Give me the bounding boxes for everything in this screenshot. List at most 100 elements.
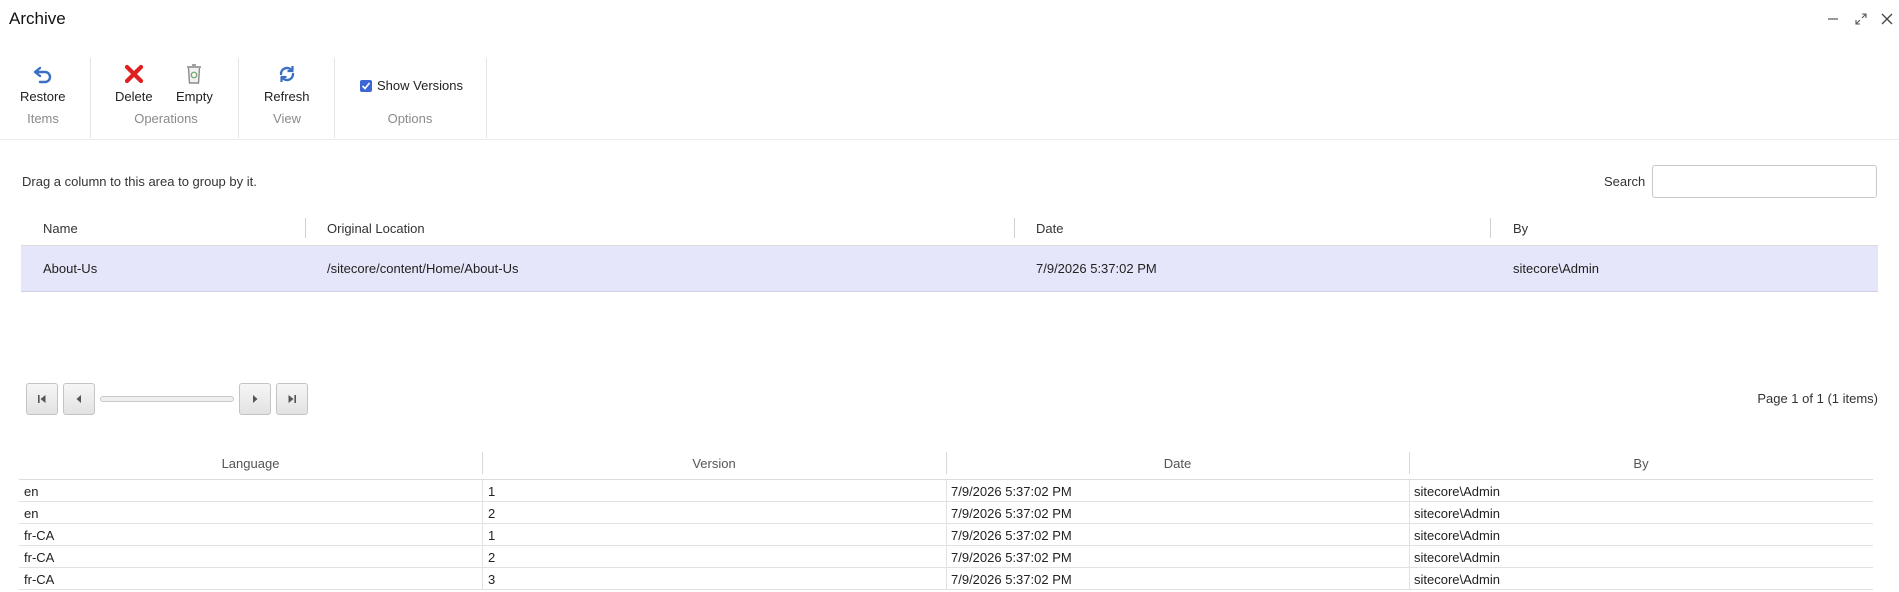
search-label: Search [1604,174,1646,189]
cell-original-location: /sitecore/content/Home/About-Us [327,261,519,276]
column-header-date[interactable]: Date [1036,221,1063,236]
cell-divider [1409,524,1410,546]
next-page-button[interactable] [239,383,271,415]
show-versions-checkbox[interactable] [360,79,372,92]
view-group: Refresh View [252,58,322,138]
cell-divider [482,502,483,524]
refresh-icon [275,62,299,86]
column-header-version-date[interactable]: Date [946,456,1409,471]
column-header-language[interactable]: Language [19,456,482,471]
expand-icon[interactable] [1850,8,1872,30]
list-item[interactable]: en 1 7/9/2026 5:37:02 PM sitecore\Admin [19,480,1873,502]
empty-button[interactable]: Empty [176,62,213,104]
close-icon[interactable] [1876,8,1898,30]
window-title: Archive [9,9,66,28]
view-group-label: View [273,111,301,126]
next-page-icon [253,395,258,403]
show-versions-toggle[interactable]: Show Versions [360,78,463,93]
group-divider [238,58,239,138]
list-item[interactable]: en 2 7/9/2026 5:37:02 PM sitecore\Admin [19,502,1873,524]
column-divider[interactable] [1014,218,1015,238]
title-bar: Archive [0,0,1899,40]
cell-version-by: sitecore\Admin [1414,528,1500,543]
cell-language: en [24,484,39,499]
cell-language: fr-CA [24,528,55,543]
cell-version-by: sitecore\Admin [1414,484,1500,499]
cell-version: 1 [488,484,496,499]
versions-grid-header: Language Version Date By [19,448,1873,480]
recycle-bin-icon [182,62,206,86]
column-header-by[interactable]: By [1513,221,1528,236]
list-item[interactable]: fr-CA 2 7/9/2026 5:37:02 PM sitecore\Adm… [19,546,1873,568]
column-header-version[interactable]: Version [482,456,946,471]
restore-label: Restore [20,89,66,104]
refresh-label: Refresh [264,89,310,104]
cell-language: fr-CA [24,550,55,565]
archive-grid: Name Original Location Date By About-Us … [21,212,1878,292]
cell-divider [946,480,947,502]
cell-version: 2 [488,506,496,521]
column-divider[interactable] [305,218,306,238]
table-row[interactable]: About-Us /sitecore/content/Home/About-Us… [21,246,1878,292]
cell-version-date: 7/9/2026 5:37:02 PM [951,550,1072,565]
operations-group-label: Operations [134,111,198,126]
column-header-name[interactable]: Name [43,221,78,236]
group-divider [90,58,91,138]
list-item[interactable]: fr-CA 3 7/9/2026 5:37:02 PM sitecore\Adm… [19,568,1873,590]
cell-divider [946,568,947,590]
delete-label: Delete [115,89,153,104]
cell-date: 7/9/2026 5:37:02 PM [1036,261,1157,276]
show-versions-label: Show Versions [377,78,463,93]
column-divider[interactable] [1490,218,1491,238]
cell-version-by: sitecore\Admin [1414,572,1500,587]
cell-divider [946,546,947,568]
cell-version-date: 7/9/2026 5:37:02 PM [951,528,1072,543]
cell-divider [482,480,483,502]
ribbon-toolbar: Restore Items Delete Empty Operations Re… [0,44,1899,140]
first-page-button[interactable] [26,383,58,415]
cell-divider [946,502,947,524]
last-page-button[interactable] [276,383,308,415]
cell-divider [1409,480,1410,502]
archive-grid-header: Name Original Location Date By [21,212,1878,246]
refresh-button[interactable]: Refresh [264,62,310,104]
search-input[interactable] [1652,165,1877,198]
options-group: Show Versions Options [334,58,486,138]
items-group-label: Items [27,111,59,126]
cell-divider [482,524,483,546]
cell-version: 2 [488,550,496,565]
cell-divider [482,546,483,568]
cell-divider [946,524,947,546]
cell-by: sitecore\Admin [1513,261,1599,276]
cell-divider [1409,546,1410,568]
column-header-original-location[interactable]: Original Location [327,221,425,236]
cell-version-by: sitecore\Admin [1414,506,1500,521]
list-item[interactable]: fr-CA 1 7/9/2026 5:37:02 PM sitecore\Adm… [19,524,1873,546]
cell-divider [1409,568,1410,590]
page-info: Page 1 of 1 (1 items) [1757,391,1878,406]
cell-name: About-Us [43,261,98,276]
items-group: Restore Items [10,58,76,138]
cell-divider [482,568,483,590]
previous-page-button[interactable] [63,383,95,415]
cell-language: fr-CA [24,572,55,587]
cell-language: en [24,506,39,521]
group-divider [486,58,487,138]
operations-group: Delete Empty Operations [104,58,228,138]
cell-version-date: 7/9/2026 5:37:02 PM [951,484,1072,499]
restore-button[interactable]: Restore [20,62,66,104]
column-header-version-by[interactable]: By [1409,456,1873,471]
delete-icon [122,62,146,86]
versions-grid: Language Version Date By en 1 7/9/2026 5… [19,448,1873,590]
previous-page-icon [76,395,81,403]
cell-version-date: 7/9/2026 5:37:02 PM [951,572,1072,587]
page-slider[interactable] [100,396,234,402]
minimize-icon[interactable] [1822,8,1844,30]
options-group-label: Options [387,111,433,126]
cell-version: 3 [488,572,496,587]
empty-label: Empty [176,89,213,104]
restore-icon [31,62,55,86]
first-page-icon [38,395,46,403]
group-by-drop-area[interactable]: Drag a column to this area to group by i… [22,174,257,189]
delete-button[interactable]: Delete [115,62,153,104]
